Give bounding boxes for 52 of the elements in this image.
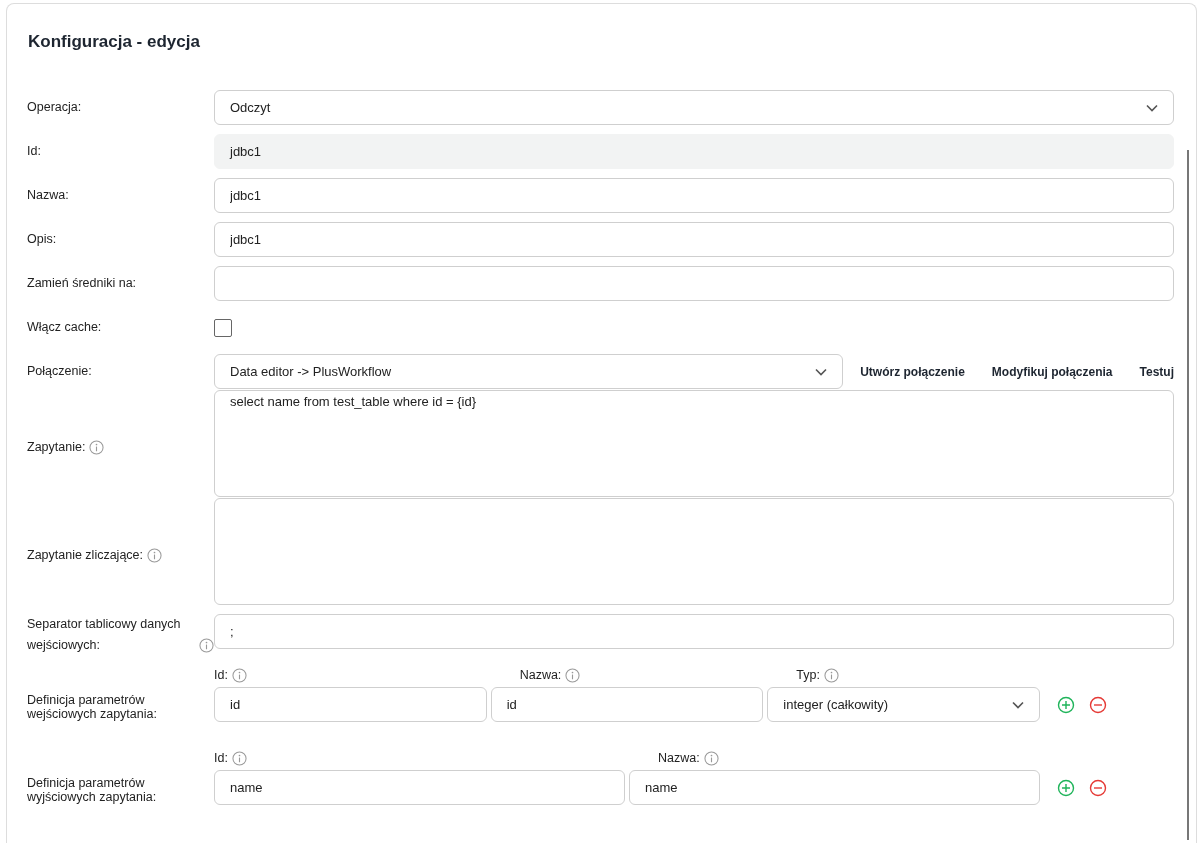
field-label: Połączenie: bbox=[27, 363, 92, 380]
field-label: Id: bbox=[27, 143, 41, 160]
field-label: Definicja parametrów wyjściowych zapytania: bbox=[27, 776, 158, 804]
field-label: Zamień średniki na: bbox=[27, 275, 137, 292]
column-label: Typ: bbox=[796, 668, 820, 682]
column-label: Id: bbox=[214, 668, 228, 682]
field-label: Zapytanie: bbox=[27, 439, 86, 456]
input-field[interactable]: jdbc1 bbox=[214, 222, 1174, 257]
input-field[interactable]: name bbox=[629, 770, 1040, 805]
info-icon[interactable] bbox=[703, 750, 719, 766]
page-title: Konfiguracja - edycja bbox=[28, 32, 201, 52]
field-label: Opis: bbox=[27, 231, 57, 248]
info-icon[interactable] bbox=[565, 667, 581, 683]
add-icon[interactable] bbox=[1057, 695, 1075, 714]
select-dropdown[interactable]: integer (całkowity) bbox=[767, 687, 1040, 722]
info-icon[interactable] bbox=[231, 667, 247, 683]
text-area[interactable]: select name from test_table where id = {id} bbox=[214, 390, 1174, 497]
column-label: Nazwa: bbox=[658, 751, 700, 765]
chevron-down-icon bbox=[1012, 700, 1024, 709]
field-label: Operacja: bbox=[27, 99, 82, 116]
checkbox[interactable] bbox=[214, 318, 232, 337]
remove-icon[interactable] bbox=[1089, 695, 1107, 714]
input-field[interactable]: name bbox=[214, 770, 625, 805]
input-field[interactable]: ; bbox=[214, 614, 1174, 649]
select-dropdown[interactable]: Odczyt bbox=[214, 90, 1174, 125]
field-label: Włącz cache: bbox=[27, 319, 102, 336]
field-label: Separator tablicowy danych wejściowych: bbox=[27, 616, 182, 654]
field-label: Nazwa: bbox=[27, 187, 69, 204]
chevron-down-icon bbox=[1146, 103, 1158, 112]
action-link[interactable]: Utwórz połączenie bbox=[860, 364, 965, 379]
input-field[interactable]: jdbc1 bbox=[214, 178, 1174, 213]
scrollbar[interactable] bbox=[1187, 150, 1189, 840]
field-label: Definicja parametrów wejściowych zapytania: bbox=[27, 693, 158, 721]
info-icon[interactable] bbox=[823, 667, 839, 683]
info-icon[interactable] bbox=[231, 750, 247, 766]
field-label: Zapytanie zliczające: bbox=[27, 547, 144, 564]
remove-icon[interactable] bbox=[1089, 778, 1107, 797]
action-link[interactable]: Testuj bbox=[1139, 364, 1174, 379]
chevron-down-icon bbox=[815, 367, 828, 376]
input-field[interactable]: id bbox=[214, 687, 487, 722]
text-area[interactable] bbox=[214, 498, 1174, 605]
input-field[interactable] bbox=[214, 266, 1174, 301]
select-dropdown[interactable]: Data editor -> PlusWorkflow bbox=[214, 354, 844, 389]
readonly-field: jdbc1 bbox=[214, 134, 1174, 169]
action-link[interactable]: Modyfikuj połączenia bbox=[991, 364, 1113, 379]
column-label: Id: bbox=[214, 751, 228, 765]
info-icon[interactable] bbox=[199, 638, 214, 653]
add-icon[interactable] bbox=[1057, 778, 1075, 797]
info-icon[interactable] bbox=[89, 440, 105, 455]
input-field[interactable]: id bbox=[490, 687, 764, 722]
info-icon[interactable] bbox=[147, 548, 163, 563]
column-label: Nazwa: bbox=[519, 668, 562, 682]
